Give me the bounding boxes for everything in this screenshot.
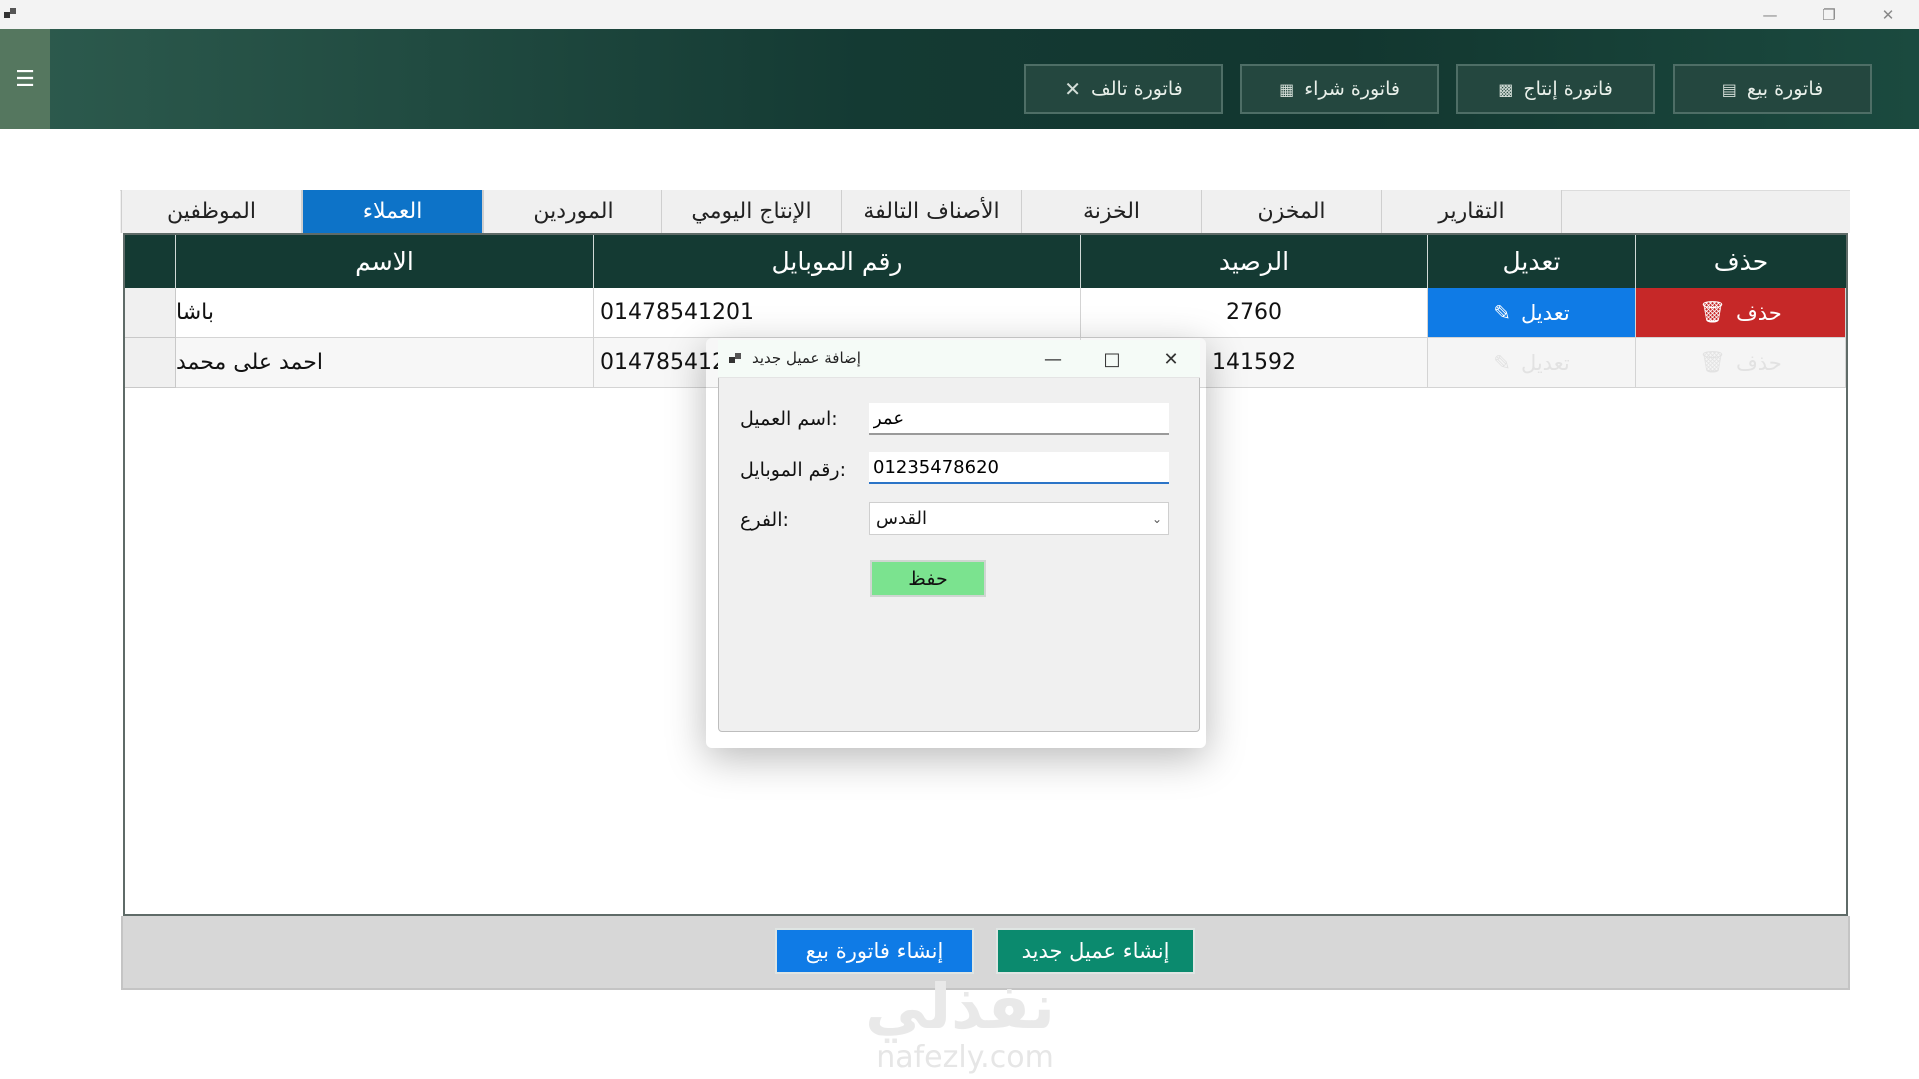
column-header-delete[interactable]: حذف (1636, 235, 1846, 288)
receipt-icon: ▤ (1721, 79, 1737, 99)
tab-suppliers[interactable]: الموردين (483, 190, 664, 233)
purchase-invoice-button[interactable]: فاتورة شراء ▦ (1240, 64, 1439, 114)
hamburger-menu-icon[interactable]: ☰ (0, 29, 50, 129)
column-header-label: الاسم (355, 247, 414, 276)
branch-select[interactable]: القدس ⌄ (869, 502, 1169, 535)
tab-employees[interactable]: الموظفين (121, 190, 302, 233)
column-header-mobile[interactable]: رقم الموبايل (594, 235, 1081, 288)
tab-label: التقارير (1438, 199, 1505, 224)
dialog-maximize-icon[interactable]: □ (1090, 342, 1134, 376)
app-icon (4, 6, 20, 22)
tab-warehouse[interactable]: المخزن (1201, 190, 1382, 233)
watermark-url: nafezly.com (876, 1040, 1054, 1075)
add-customer-dialog (718, 340, 1200, 732)
column-header-balance[interactable]: الرصيد (1081, 235, 1428, 288)
chevron-down-icon: ⌄ (1151, 511, 1162, 526)
column-header-label: تعديل (1502, 247, 1561, 276)
damaged-invoice-label: فاتورة تالف (1091, 78, 1183, 100)
branch-label: :الفرع (740, 509, 789, 531)
factory-icon: ▩ (1498, 79, 1514, 99)
cell-text: احمد على محمد (176, 350, 323, 375)
cell-text: 01478541201 (600, 300, 754, 325)
tab-label: العملاء (362, 199, 423, 224)
cell-mobile[interactable]: 01478541201 (594, 288, 1081, 338)
cell-text: باشا (176, 300, 214, 325)
dialog-app-icon (729, 351, 745, 367)
cell-text: 2760 (1226, 300, 1282, 325)
save-button[interactable]: حفظ (870, 560, 986, 597)
restore-icon[interactable]: ❐ (1806, 0, 1852, 29)
production-invoice-label: فاتورة إنتاج (1523, 78, 1613, 100)
tab-label: الموردين (533, 199, 614, 224)
edit-button[interactable]: تعديل ✎ (1428, 338, 1636, 388)
create-sales-invoice-button[interactable]: إنشاء فاتورة بيع (775, 928, 974, 974)
column-header-label: الرصيد (1218, 247, 1290, 276)
dialog-title: إضافة عميل جديد (752, 349, 861, 367)
customer-name-label: :اسم العميل (740, 408, 838, 430)
x-icon: ✕ (1064, 77, 1082, 101)
delete-label: حذف (1735, 300, 1782, 325)
sales-invoice-button[interactable]: فاتورة بيع ▤ (1673, 64, 1872, 114)
edit-label: تعديل (1520, 300, 1570, 325)
production-invoice-button[interactable]: فاتورة إنتاج ▩ (1456, 64, 1655, 114)
tab-label: الخزنة (1082, 199, 1141, 224)
trash-icon: 🗑 (1699, 300, 1726, 324)
dialog-minimize-icon[interactable]: — (1031, 342, 1075, 376)
mobile-number-label: :رقم الموبايل (740, 459, 846, 481)
damaged-invoice-button[interactable]: فاتورة تالف ✕ (1024, 64, 1223, 114)
tab-daily-production[interactable]: الإنتاج اليومي (661, 190, 842, 233)
button-label: إنشاء فاتورة بيع (805, 939, 944, 963)
tab-label: الأصناف التالفة (863, 199, 1000, 224)
pencil-icon: ✎ (1493, 350, 1511, 375)
delete-label: حذف (1735, 350, 1782, 375)
sales-invoice-label: فاتورة بيع (1746, 78, 1824, 100)
cell-name[interactable]: باشا (176, 288, 594, 338)
edit-button[interactable]: تعديل ✎ (1428, 288, 1636, 338)
save-label: حفظ (908, 567, 948, 590)
dialog-close-icon[interactable]: ✕ (1149, 342, 1193, 376)
customer-name-input[interactable] (869, 403, 1169, 435)
cell-text: 141592 (1212, 350, 1296, 375)
cell-balance[interactable]: 2760 (1081, 288, 1428, 338)
delete-button[interactable]: حذف 🗑 (1636, 288, 1846, 338)
pencil-icon: ✎ (1493, 300, 1511, 325)
edit-label: تعديل (1520, 350, 1570, 375)
grid-corner (125, 235, 176, 288)
button-label: إنشاء عميل جديد (1021, 939, 1170, 963)
create-new-customer-button[interactable]: إنشاء عميل جديد (996, 928, 1195, 974)
cell-name[interactable]: احمد على محمد (176, 338, 594, 388)
delete-button[interactable]: حذف 🗑 (1636, 338, 1846, 388)
tab-treasury[interactable]: الخزنة (1021, 190, 1202, 233)
column-header-name[interactable]: الاسم (176, 235, 594, 288)
branch-selected-value: القدس (876, 508, 928, 529)
tab-label: الموظفين (167, 199, 256, 224)
minimize-icon[interactable]: — (1747, 0, 1793, 29)
tab-label: الإنتاج اليومي (691, 199, 812, 224)
tab-customers[interactable]: العملاء (302, 190, 483, 233)
row-header[interactable] (125, 338, 176, 388)
column-header-label: حذف (1713, 247, 1769, 276)
column-header-edit[interactable]: تعديل (1428, 235, 1636, 288)
mobile-number-input[interactable] (869, 452, 1169, 484)
row-header[interactable] (125, 288, 176, 338)
document-icon: ▦ (1279, 79, 1295, 99)
purchase-invoice-label: فاتورة شراء (1304, 78, 1400, 100)
close-icon[interactable]: ✕ (1865, 0, 1911, 29)
tab-damaged-items[interactable]: الأصناف التالفة (841, 190, 1022, 233)
tab-label: المخزن (1257, 199, 1326, 224)
window-titlebar: — ❐ ✕ (0, 0, 1919, 29)
watermark-logo: نفذلي (865, 970, 1055, 1043)
trash-icon: 🗑 (1699, 350, 1726, 374)
tab-reports[interactable]: التقارير (1381, 190, 1562, 233)
column-header-label: رقم الموبايل (771, 247, 903, 276)
